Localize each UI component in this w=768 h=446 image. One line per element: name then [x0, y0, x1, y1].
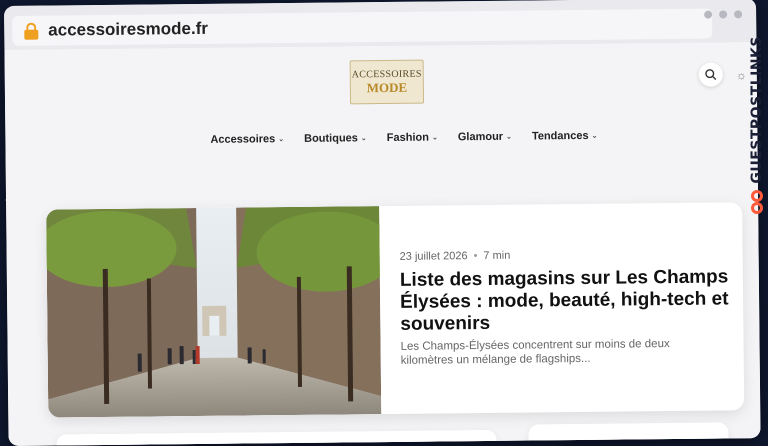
- url-text: accessoiresmode.fr: [48, 18, 209, 40]
- article-card[interactable]: [56, 429, 497, 446]
- main-nav: Accessoires ⌄ Boutiques ⌄ Fashion ⌄ Glamour…: [210, 130, 597, 146]
- chevron-down-icon: ⌄: [591, 132, 598, 140]
- chevron-down-icon: ⌄: [278, 136, 285, 144]
- browser-window: accessoiresmode.fr ACCESSOIRES MODE ☼ Ac…: [4, 0, 761, 446]
- article-card[interactable]: [528, 422, 729, 446]
- article-meta: 23 juillet 2026 • 7 min: [400, 250, 511, 263]
- chevron-down-icon: ⌄: [506, 133, 512, 141]
- chevron-down-icon: ⌄: [431, 134, 438, 142]
- featured-image[interactable]: [46, 206, 382, 418]
- window-dot-icon[interactable]: [734, 10, 743, 19]
- featured-article-card[interactable]: 23 juillet 2026 • 7 min Liste des magasi…: [46, 202, 745, 418]
- article-title[interactable]: Liste des magasins sur Les Champs Élysée…: [400, 266, 731, 335]
- guestpostlinks-badge: GUESTPOSTLINKS: [746, 36, 768, 236]
- window-dot-icon[interactable]: [719, 10, 728, 19]
- lock-icon: [24, 22, 39, 40]
- chevron-down-icon: ⌄: [360, 135, 367, 143]
- badge-text: GUESTPOSTLINKS: [749, 36, 765, 184]
- read-time: 7 min: [483, 249, 511, 262]
- nav-item-fashion[interactable]: Fashion ⌄: [387, 131, 438, 144]
- search-icon: [705, 69, 717, 81]
- meta-separator: •: [473, 250, 478, 263]
- window-controls: [704, 10, 743, 19]
- address-bar[interactable]: accessoiresmode.fr: [12, 8, 713, 46]
- nav-item-glamour[interactable]: Glamour ⌄: [458, 131, 512, 143]
- article-date: 23 juillet 2026: [399, 250, 468, 263]
- nav-item-tendances[interactable]: Tendances ⌄: [532, 130, 598, 143]
- nav-item-boutiques[interactable]: Boutiques ⌄: [304, 132, 367, 145]
- window-dot-icon[interactable]: [704, 10, 713, 19]
- nav-item-accessoires[interactable]: Accessoires ⌄: [210, 133, 284, 146]
- web-page: ACCESSOIRES MODE ☼ Accessoires ⌄ Boutique…: [4, 42, 761, 446]
- link-icon: [749, 189, 765, 218]
- article-excerpt: Les Champs-Élysées concentrent sur moins…: [400, 338, 670, 367]
- site-logo[interactable]: ACCESSOIRES MODE: [349, 59, 425, 105]
- logo-text-top: ACCESSOIRES: [351, 68, 422, 80]
- logo-text-bottom: MODE: [366, 79, 408, 95]
- search-button[interactable]: [698, 62, 723, 87]
